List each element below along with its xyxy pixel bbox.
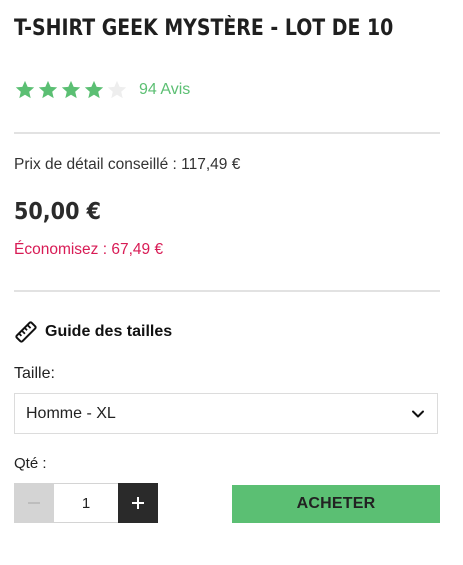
- size-select[interactable]: Homme - XL: [14, 393, 438, 434]
- decrease-quantity-button[interactable]: [14, 483, 54, 523]
- star-icon: [61, 80, 81, 99]
- quantity-label: Qté :: [14, 455, 47, 472]
- plus-icon: [132, 497, 144, 509]
- divider: [14, 132, 440, 134]
- size-guide-link[interactable]: Guide des tailles: [14, 320, 172, 344]
- star-empty-icon: [107, 80, 127, 99]
- buy-button[interactable]: ACHETER: [232, 485, 440, 523]
- msrp-text: Prix de détail conseillé : 117,49 €: [14, 156, 241, 173]
- divider: [14, 290, 440, 292]
- savings-text: Économisez : 67,49 €: [14, 241, 164, 258]
- star-icon: [38, 80, 58, 99]
- minus-icon: [28, 502, 40, 504]
- increase-quantity-button[interactable]: [118, 483, 158, 523]
- star-icon: [15, 80, 35, 99]
- size-label: Taille:: [14, 365, 55, 382]
- reviews-link[interactable]: 94 Avis: [139, 81, 190, 99]
- ruler-icon: [15, 321, 37, 343]
- product-title: T-SHIRT GEEK MYSTÈRE - LOT DE 10: [14, 16, 394, 41]
- size-guide-label: Guide des tailles: [45, 323, 173, 340]
- star-icon: [84, 80, 104, 99]
- quantity-stepper: 1: [14, 483, 158, 523]
- size-select-value: Homme - XL: [26, 404, 116, 422]
- product-rating[interactable]: 94 Avis: [14, 79, 190, 101]
- price: 50,00 €: [14, 199, 102, 225]
- chevron-down-icon: [412, 410, 424, 417]
- star-rating: [14, 79, 128, 101]
- quantity-input[interactable]: 1: [54, 483, 118, 523]
